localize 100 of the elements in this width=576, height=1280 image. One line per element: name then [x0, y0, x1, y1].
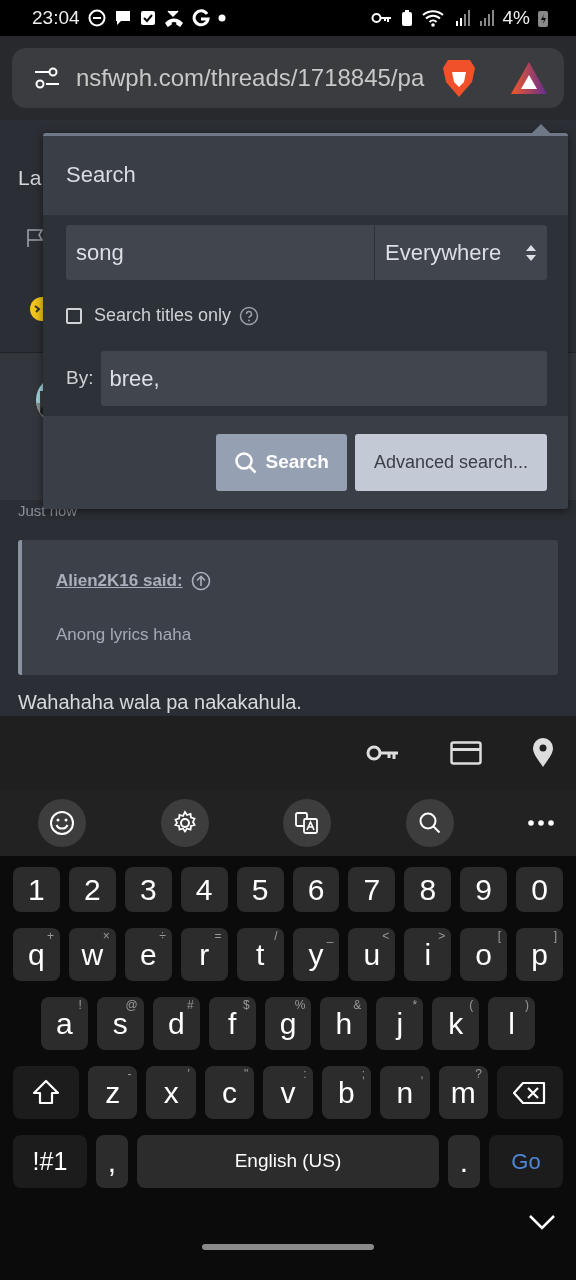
keyboard-key[interactable]: 6: [292, 867, 340, 912]
flag-icon: [26, 227, 43, 248]
keyboard-key[interactable]: v :: [263, 1066, 313, 1119]
member-field[interactable]: bree,: [101, 351, 547, 406]
checkbox[interactable]: [66, 307, 82, 324]
keyboard-key[interactable]: r =: [180, 928, 228, 981]
keyboard-key[interactable]: a !: [41, 997, 88, 1050]
search-icon: [233, 450, 258, 475]
keyboard-key[interactable]: 9: [460, 867, 508, 912]
battery-icon: [538, 9, 548, 27]
key-hint: _: [326, 930, 334, 942]
address-bar[interactable]: nsfwph.com/threads/1718845/pa: [12, 48, 564, 108]
keyboard-key[interactable]: e ÷: [124, 928, 172, 981]
keyboard-key[interactable]: j *: [376, 997, 424, 1050]
keyboard-key[interactable]: 8: [404, 867, 452, 912]
key-hint: ': [187, 1068, 190, 1080]
keyboard-key[interactable]: g %: [264, 997, 312, 1050]
key-hint: ;: [361, 1068, 366, 1080]
text-fragment: La: [17, 165, 43, 191]
keyboard-key[interactable]: 0: [516, 867, 564, 912]
search-button[interactable]: [405, 799, 454, 847]
keyboard-key[interactable]: ,: [96, 1135, 128, 1188]
keyboard-key[interactable]: o [: [460, 928, 508, 981]
key-hint: *: [412, 999, 418, 1011]
keyboard-key[interactable]: i >: [404, 928, 452, 981]
shift-key[interactable]: [13, 1066, 79, 1119]
more-icon[interactable]: [528, 820, 554, 826]
keyboard-key[interactable]: u <: [348, 928, 396, 981]
by-label: By:: [66, 366, 94, 391]
dot-icon: [217, 14, 226, 22]
keyboard-key[interactable]: 5: [236, 867, 284, 912]
do-not-disturb-icon: [87, 9, 106, 27]
keyboard-key[interactable]: x ': [146, 1066, 196, 1119]
keyboard-key[interactable]: m ?: [438, 1066, 488, 1119]
advanced-search-button[interactable]: Advanced search...: [354, 434, 547, 491]
key-hint: $: [242, 999, 250, 1011]
chevron-down-icon[interactable]: [528, 1214, 556, 1230]
keyboard-key[interactable]: z -: [88, 1066, 138, 1119]
key-hint: &: [353, 999, 362, 1011]
go-key[interactable]: Go: [489, 1135, 563, 1188]
checkbox-label[interactable]: Search titles only: [94, 302, 232, 329]
triangle-logo-icon[interactable]: [510, 61, 548, 95]
keyboard-key[interactable]: p ]: [516, 928, 564, 981]
message-icon: [113, 9, 132, 27]
google-icon: [191, 9, 210, 27]
keyboard-key[interactable]: k (: [432, 997, 480, 1050]
keyboard-key[interactable]: 4: [180, 867, 228, 912]
quote-author-link[interactable]: Alien2K16 said:: [56, 568, 183, 594]
key-hint: >: [438, 930, 446, 942]
checkbox-icon: [139, 9, 156, 27]
keyboard-key[interactable]: y _: [292, 928, 340, 981]
key-hint: %: [294, 999, 306, 1011]
key-hint: [: [497, 930, 502, 942]
keyboard-key[interactable]: b ;: [321, 1066, 372, 1119]
keyboard-key[interactable]: t /: [236, 928, 284, 981]
key-icon[interactable]: [366, 743, 400, 763]
emoji-button[interactable]: [38, 799, 86, 847]
battery-level: 4%: [502, 5, 530, 30]
home-handle[interactable]: [202, 1244, 374, 1250]
key-hint: !: [78, 999, 82, 1011]
keyboard-key[interactable]: 2: [68, 867, 116, 912]
signal-icon: [478, 9, 495, 27]
keyboard-key[interactable]: d #: [152, 997, 200, 1050]
keyboard-key[interactable]: f $: [208, 997, 256, 1050]
translate-button[interactable]: [283, 799, 331, 847]
help-icon[interactable]: [239, 305, 260, 326]
key-icon: [370, 11, 393, 25]
signal-icon: [454, 9, 471, 27]
popup-title: Search: [65, 161, 137, 189]
search-field[interactable]: song: [66, 225, 375, 280]
arrow-up-circle-icon[interactable]: [190, 570, 211, 591]
post-text: Wahahaha wala pa nakakahula.: [17, 690, 303, 715]
keyboard-key[interactable]: h &: [320, 997, 368, 1050]
keyboard-key[interactable]: n ,: [380, 1066, 430, 1119]
symbols-key[interactable]: !#1: [13, 1135, 87, 1188]
keyboard-key[interactable]: l ): [488, 997, 535, 1050]
keyboard-key[interactable]: 7: [348, 867, 396, 912]
location-pin-icon[interactable]: [532, 738, 554, 768]
keyboard-key[interactable]: 1: [13, 867, 60, 912]
keyboard-key[interactable]: w ×: [68, 928, 116, 981]
scope-select[interactable]: Everywhere: [375, 225, 547, 280]
clock: 23:04: [32, 5, 80, 30]
key-hint: ÷: [159, 930, 166, 942]
backspace-icon: [512, 1080, 547, 1105]
missed-call-icon: [163, 9, 184, 27]
keyboard-key[interactable]: 3: [124, 867, 172, 912]
settings-button[interactable]: [160, 799, 209, 847]
card-icon[interactable]: [450, 741, 482, 765]
space-key[interactable]: English (US): [137, 1135, 439, 1188]
keyboard-key[interactable]: c ": [204, 1066, 255, 1119]
key-hint: ×: [102, 930, 110, 942]
keyboard-key[interactable]: .: [448, 1135, 480, 1188]
site-settings-icon[interactable]: [34, 66, 60, 90]
backspace-key[interactable]: [496, 1066, 563, 1119]
smiley-icon: [49, 810, 75, 836]
keyboard-key[interactable]: q +: [13, 928, 60, 981]
keyboard-key[interactable]: s @: [96, 997, 144, 1050]
translate-icon: [294, 810, 320, 836]
key-hint: <: [382, 930, 390, 942]
key-hint: (: [469, 999, 474, 1011]
